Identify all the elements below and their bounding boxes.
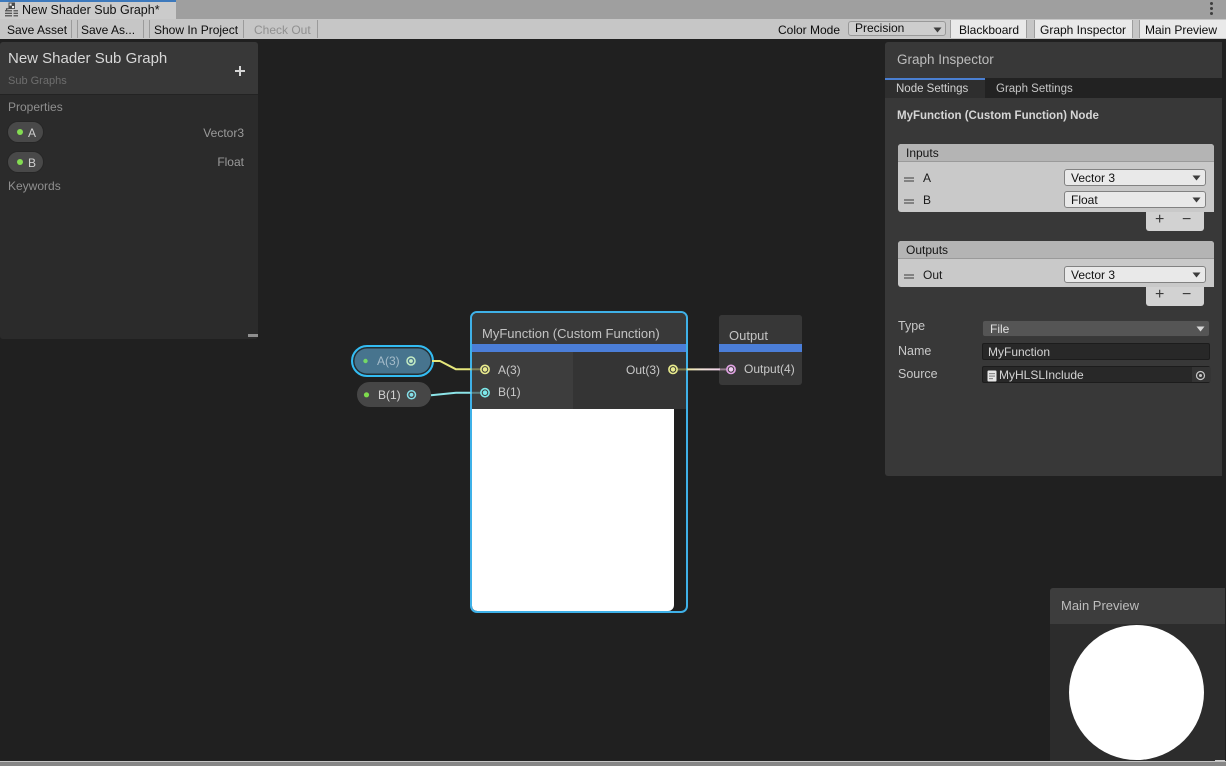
svg-text:B(1): B(1) (378, 388, 401, 402)
svg-text:A(3): A(3) (377, 354, 400, 368)
